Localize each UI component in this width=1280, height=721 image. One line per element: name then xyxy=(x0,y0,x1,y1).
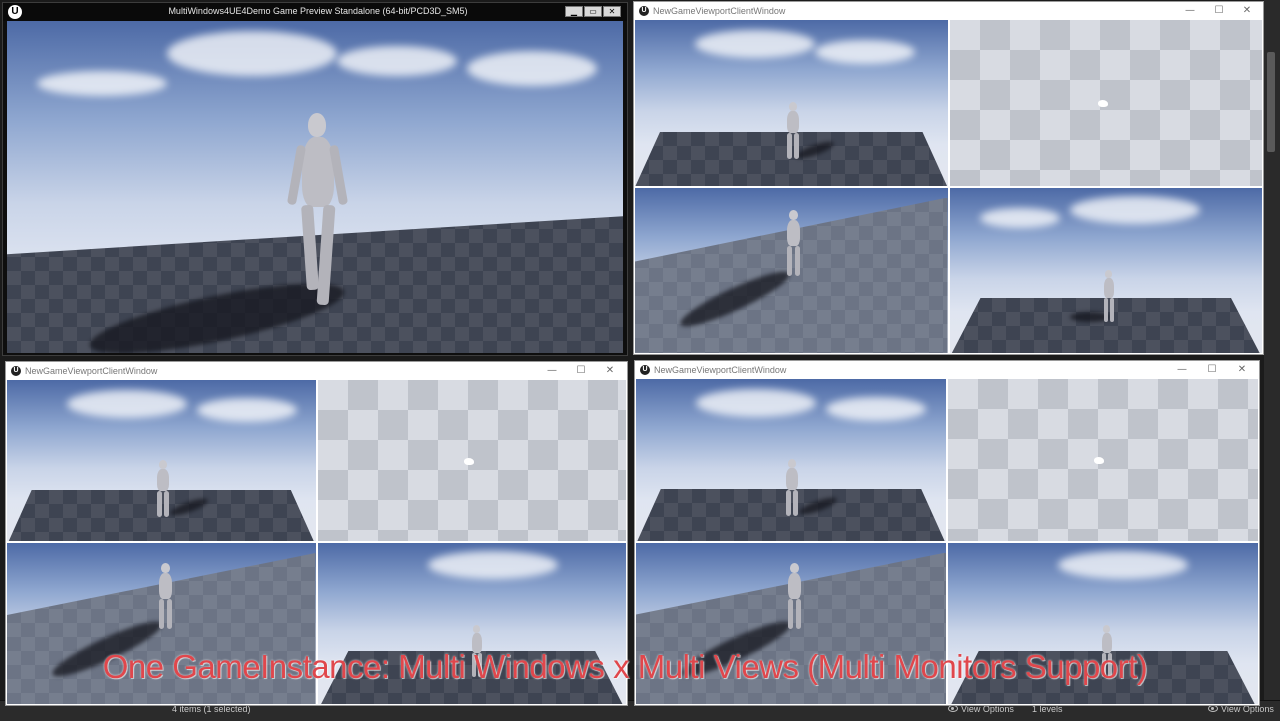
mannequin-character xyxy=(153,460,173,520)
viewport-third-person[interactable] xyxy=(636,379,946,541)
bird-sprite xyxy=(463,458,474,465)
viewport-third-person[interactable] xyxy=(7,380,316,541)
eye-icon xyxy=(948,705,958,712)
mannequin-character xyxy=(783,102,803,162)
minimize-button[interactable]: ▁ xyxy=(565,6,583,17)
client-window-title: NewGameViewportClientWindow xyxy=(25,366,158,376)
mannequin-character xyxy=(286,113,352,313)
client-title-bar[interactable]: U NewGameViewportClientWindow — ☐ ✕ xyxy=(6,362,627,380)
close-button[interactable]: ✕ xyxy=(1231,363,1253,377)
client-window-title: NewGameViewportClientWindow xyxy=(654,365,787,375)
client-title-bar[interactable]: U NewGameViewportClientWindow — ☐ ✕ xyxy=(634,2,1263,20)
editor-right-panel xyxy=(1264,0,1280,720)
maximize-button[interactable]: ☐ xyxy=(1201,363,1223,377)
viewport-third-person[interactable] xyxy=(635,20,948,186)
client-title-bar[interactable]: U NewGameViewportClientWindow — ☐ ✕ xyxy=(635,361,1259,379)
minimize-button[interactable]: — xyxy=(1171,363,1193,377)
close-button[interactable]: ✕ xyxy=(1236,4,1258,18)
standalone-title-bar[interactable]: U MultiWindows4UE4Demo Game Preview Stan… xyxy=(3,3,627,21)
standalone-window-title: MultiWindows4UE4Demo Game Preview Standa… xyxy=(168,6,468,16)
ue-logo-icon: U xyxy=(11,366,21,376)
viewport-empty-checker[interactable] xyxy=(949,20,1262,186)
viewport-empty-checker[interactable] xyxy=(317,380,626,541)
overlay-caption: One GameInstance: Multi Windows x Multi … xyxy=(102,648,1148,685)
mannequin-character xyxy=(155,563,177,633)
maximize-button[interactable]: ▭ xyxy=(584,6,602,17)
eye-icon xyxy=(1208,705,1218,712)
mannequin-character xyxy=(1100,269,1118,325)
ue-logo-icon: U xyxy=(639,6,649,16)
close-button[interactable]: ✕ xyxy=(603,6,621,17)
client-window-title: NewGameViewportClientWindow xyxy=(653,6,786,16)
viewport-wide-field[interactable] xyxy=(949,187,1262,353)
maximize-button[interactable]: ☐ xyxy=(1208,4,1230,18)
mannequin-character xyxy=(782,459,802,519)
close-button[interactable]: ✕ xyxy=(599,364,621,378)
client-window-top-right[interactable]: U NewGameViewportClientWindow — ☐ ✕ xyxy=(633,1,1264,355)
maximize-button[interactable]: ☐ xyxy=(570,364,592,378)
bird-sprite xyxy=(1094,457,1104,464)
standalone-game-window[interactable]: U MultiWindows4UE4Demo Game Preview Stan… xyxy=(2,2,628,356)
viewport-empty-checker[interactable] xyxy=(948,379,1258,541)
split-viewports xyxy=(635,20,1262,353)
mannequin-character xyxy=(783,209,805,280)
minimize-button[interactable]: — xyxy=(541,364,563,378)
ue-logo-icon: U xyxy=(640,365,650,375)
bird-sprite xyxy=(1097,100,1108,107)
minimize-button[interactable]: — xyxy=(1179,4,1201,18)
mannequin-character xyxy=(784,562,806,633)
main-game-viewport[interactable] xyxy=(7,21,623,353)
editor-scrollbar[interactable] xyxy=(1267,52,1275,152)
viewport-low-angle[interactable] xyxy=(635,187,948,353)
